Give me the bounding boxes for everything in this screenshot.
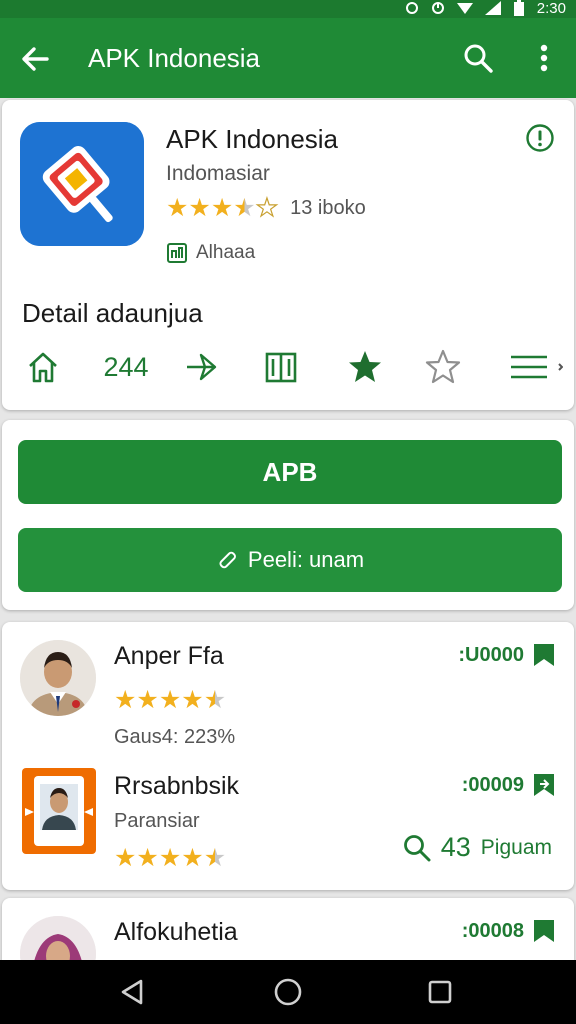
star-icon: ★: [181, 686, 204, 714]
secondary-action-label: Peeli: unam: [247, 547, 365, 572]
star-icon: ★: [114, 844, 137, 872]
more-vert-icon: [540, 44, 548, 72]
app-bar: APK Indonesia: [0, 18, 576, 98]
menu-button[interactable]: [504, 344, 566, 390]
rating-count: 13 iboko: [290, 197, 366, 219]
nav-recents-button[interactable]: [422, 974, 458, 1010]
alarm-icon: [405, 2, 418, 14]
book-icon: [265, 352, 297, 383]
review-stars: ★ ★ ★ ★ ★: [114, 688, 226, 713]
star-icon: ★: [114, 686, 137, 714]
star-icon: ★: [136, 844, 159, 872]
bookmark-icon: [534, 644, 554, 666]
app-info-card: APK Indonesia Indomasiar ★ ★ ★ ★ ★ 13 iboko …: [2, 100, 574, 410]
battery-icon: [513, 0, 524, 16]
home-button[interactable]: [22, 344, 64, 390]
star-icon: ★: [136, 686, 159, 714]
star-icon: ★: [166, 194, 189, 222]
info-button[interactable]: [524, 122, 556, 154]
review-author: Anper Ffa: [114, 642, 224, 670]
bookmark-icon: [534, 920, 554, 942]
nav-back-button[interactable]: [114, 974, 150, 1010]
rate-button[interactable]: [422, 344, 464, 390]
review-id-label: :U0000: [458, 643, 524, 666]
more-options-button[interactable]: [530, 40, 558, 76]
app-developer: Indomasiar: [166, 162, 270, 185]
reviews-card: Anper Ffa ★ ★ ★ ★ ★ Gaus4: 223% :U0000 Rrsab…: [2, 622, 574, 890]
review-id-label: :00009: [461, 773, 524, 796]
share-button[interactable]: [180, 344, 222, 390]
bookmark-icon: [534, 774, 554, 796]
details-title: Detail adaunjua: [22, 298, 203, 328]
primary-action-button[interactable]: APB: [18, 440, 562, 504]
search-stat-label: Piguam: [480, 835, 552, 859]
review-search-stat[interactable]: 43 Piguam: [403, 832, 552, 863]
secondary-action-button[interactable]: Peeli: unam: [18, 528, 562, 592]
review-item[interactable]: Anper Ffa ★ ★ ★ ★ ★ Gaus4: 223% :U0000: [2, 622, 574, 752]
star-icon: ★: [255, 194, 279, 222]
review-app-icon: [22, 768, 96, 854]
status-bar: 2:30: [0, 0, 576, 18]
triangle-back-icon: [121, 979, 143, 1005]
info-icon: [526, 124, 554, 152]
star-icon: ★: [158, 686, 182, 714]
circle-home-icon: [274, 978, 302, 1006]
rating-stars: ★ ★ ★ ★ ★: [166, 194, 279, 222]
nav-home-button[interactable]: [270, 974, 306, 1010]
home-icon: [29, 352, 57, 383]
category-icon: [167, 243, 187, 263]
status-icons: 2:30: [405, 0, 566, 17]
app-bar-title: APK Indonesia: [88, 43, 261, 73]
actions-card: APB Peeli: unam: [2, 420, 574, 610]
details-count: 244: [94, 344, 158, 390]
star-icon: ★: [158, 844, 182, 872]
avatar: [20, 640, 96, 716]
search-icon: [464, 44, 493, 73]
star-outline-icon: [425, 349, 461, 384]
app-name: APK Indonesia: [166, 124, 339, 154]
star-icon: ★: [181, 844, 204, 872]
search-stat-value: 43: [440, 832, 471, 862]
review-subtitle: Paransiar: [114, 810, 200, 832]
review-id: :00008: [462, 918, 556, 944]
app-tag: Alhaaa: [166, 242, 255, 264]
review-subtitle: Gaus4: 223%: [114, 726, 236, 748]
details-icon-row: 244: [22, 344, 570, 390]
app-tag-label: Alhaaa: [196, 242, 256, 263]
search-icon: [403, 834, 431, 861]
review-author: Rrsabnbsik: [114, 772, 240, 800]
star-icon: ★: [233, 194, 256, 222]
star-filled-icon: [349, 351, 381, 382]
back-button[interactable]: [18, 42, 52, 76]
review-item[interactable]: Alfokuhetia :00008: [2, 898, 574, 968]
review-stars: ★ ★ ★ ★ ★: [114, 846, 226, 871]
status-time: 2:30: [536, 0, 566, 17]
star-icon: ★: [203, 686, 227, 714]
sync-icon: [431, 2, 444, 14]
arrow-back-icon: [22, 47, 49, 71]
primary-action-label: APB: [262, 456, 318, 487]
system-nav-bar: [0, 960, 576, 1024]
favorite-button[interactable]: [344, 344, 386, 390]
star-icon: ★: [203, 844, 227, 872]
details-count-value: 244: [103, 351, 149, 382]
star-icon: ★: [210, 194, 234, 222]
square-recents-icon: [428, 980, 452, 1004]
review-id: :U0000: [458, 642, 556, 668]
wifi-icon: [456, 3, 473, 14]
review-item[interactable]: Rrsabnbsik Paransiar ★ ★ ★ ★ ★ :00009 43 Pig…: [2, 760, 574, 890]
signal-icon: [484, 1, 501, 15]
send-icon: [187, 353, 217, 381]
edit-icon: [219, 551, 236, 569]
menu-icon: [511, 355, 563, 379]
star-icon: ★: [188, 194, 211, 222]
app-logo-icon: [20, 122, 144, 246]
search-button[interactable]: [460, 40, 496, 76]
library-button[interactable]: [260, 344, 302, 390]
review-card-partial: Alfokuhetia :00008: [2, 898, 574, 968]
review-author: Alfokuhetia: [114, 918, 238, 946]
review-id-label: :00008: [461, 919, 524, 942]
app-rating: ★ ★ ★ ★ ★ 13 iboko: [166, 194, 366, 222]
review-id: :00009: [462, 772, 556, 798]
